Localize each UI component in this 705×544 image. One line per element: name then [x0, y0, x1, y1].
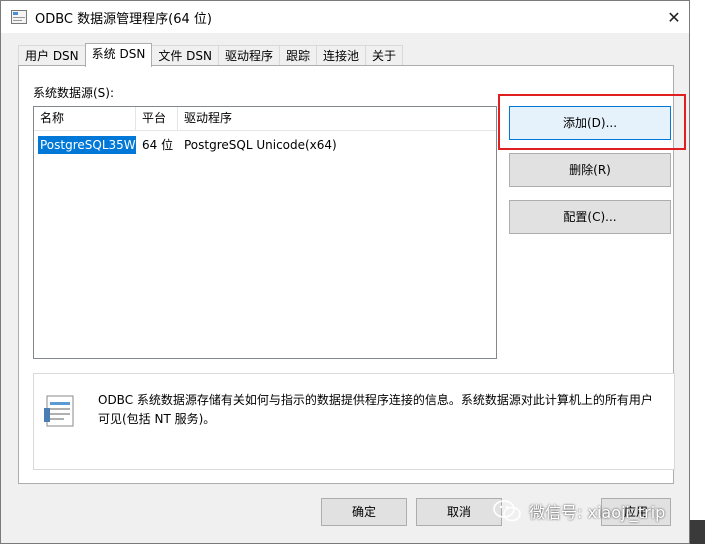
- system-data-sources-label: 系统数据源(S):: [33, 86, 115, 100]
- column-header-name[interactable]: 名称: [34, 107, 136, 130]
- title-bar[interactable]: ODBC 数据源管理程序(64 位) ✕: [1, 1, 689, 33]
- info-box: ODBC 系统数据源存储有关如何与指示的数据提供程序连接的信息。系统数据源对此计…: [33, 373, 675, 470]
- watermark-text: 微信号: xiaoji_trip: [529, 503, 666, 522]
- add-button[interactable]: 添加(D)...: [509, 106, 671, 140]
- wechat-icon: [493, 500, 521, 522]
- close-button[interactable]: ✕: [659, 1, 689, 33]
- tab-tracing[interactable]: 跟踪: [278, 45, 317, 66]
- row-name: PostgreSQL35W: [38, 136, 136, 154]
- column-header-platform[interactable]: 平台: [136, 107, 178, 130]
- tab-system-dsn[interactable]: 系统 DSN: [84, 43, 153, 67]
- tab-about[interactable]: 关于: [365, 45, 404, 66]
- info-text: ODBC 系统数据源存储有关如何与指示的数据提供程序连接的信息。系统数据源对此计…: [98, 393, 653, 426]
- tab-user-dsn[interactable]: 用户 DSN: [18, 45, 86, 66]
- tab-connection-pooling[interactable]: 连接池: [316, 45, 367, 66]
- tab-drivers[interactable]: 驱动程序: [217, 45, 280, 66]
- remove-button[interactable]: 删除(R): [509, 153, 671, 187]
- table-row[interactable]: PostgreSQL35W 64 位 PostgreSQL Unicode(x6…: [34, 134, 496, 156]
- wechat-watermark: 微信号: xiaoji_trip: [493, 496, 665, 526]
- row-platform: 64 位: [142, 138, 174, 152]
- tab-file-dsn[interactable]: 文件 DSN: [151, 45, 219, 66]
- tab-strip: 用户 DSN 系统 DSN 文件 DSN 驱动程序 跟踪 连接池 关于: [18, 43, 404, 67]
- odbc-app-icon: [11, 10, 27, 24]
- odbc-dialog: ODBC 数据源管理程序(64 位) ✕ 用户 DSN 系统 DSN 文件 DS…: [0, 0, 690, 544]
- column-header-driver[interactable]: 驱动程序: [178, 107, 496, 130]
- background-window-fragment: [690, 0, 705, 544]
- data-source-info-icon: [44, 394, 78, 430]
- cancel-button[interactable]: 取消: [416, 498, 502, 526]
- list-header: 名称 平台 驱动程序: [34, 107, 496, 131]
- window-title: ODBC 数据源管理程序(64 位): [35, 11, 212, 27]
- row-name-cell: PostgreSQL35W: [34, 134, 136, 156]
- data-source-list[interactable]: 名称 平台 驱动程序 PostgreSQL35W 64 位 PostgreSQL…: [33, 106, 497, 359]
- row-driver: PostgreSQL Unicode(x64): [184, 138, 337, 152]
- configure-button[interactable]: 配置(C)...: [509, 200, 671, 234]
- ok-button[interactable]: 确定: [321, 498, 407, 526]
